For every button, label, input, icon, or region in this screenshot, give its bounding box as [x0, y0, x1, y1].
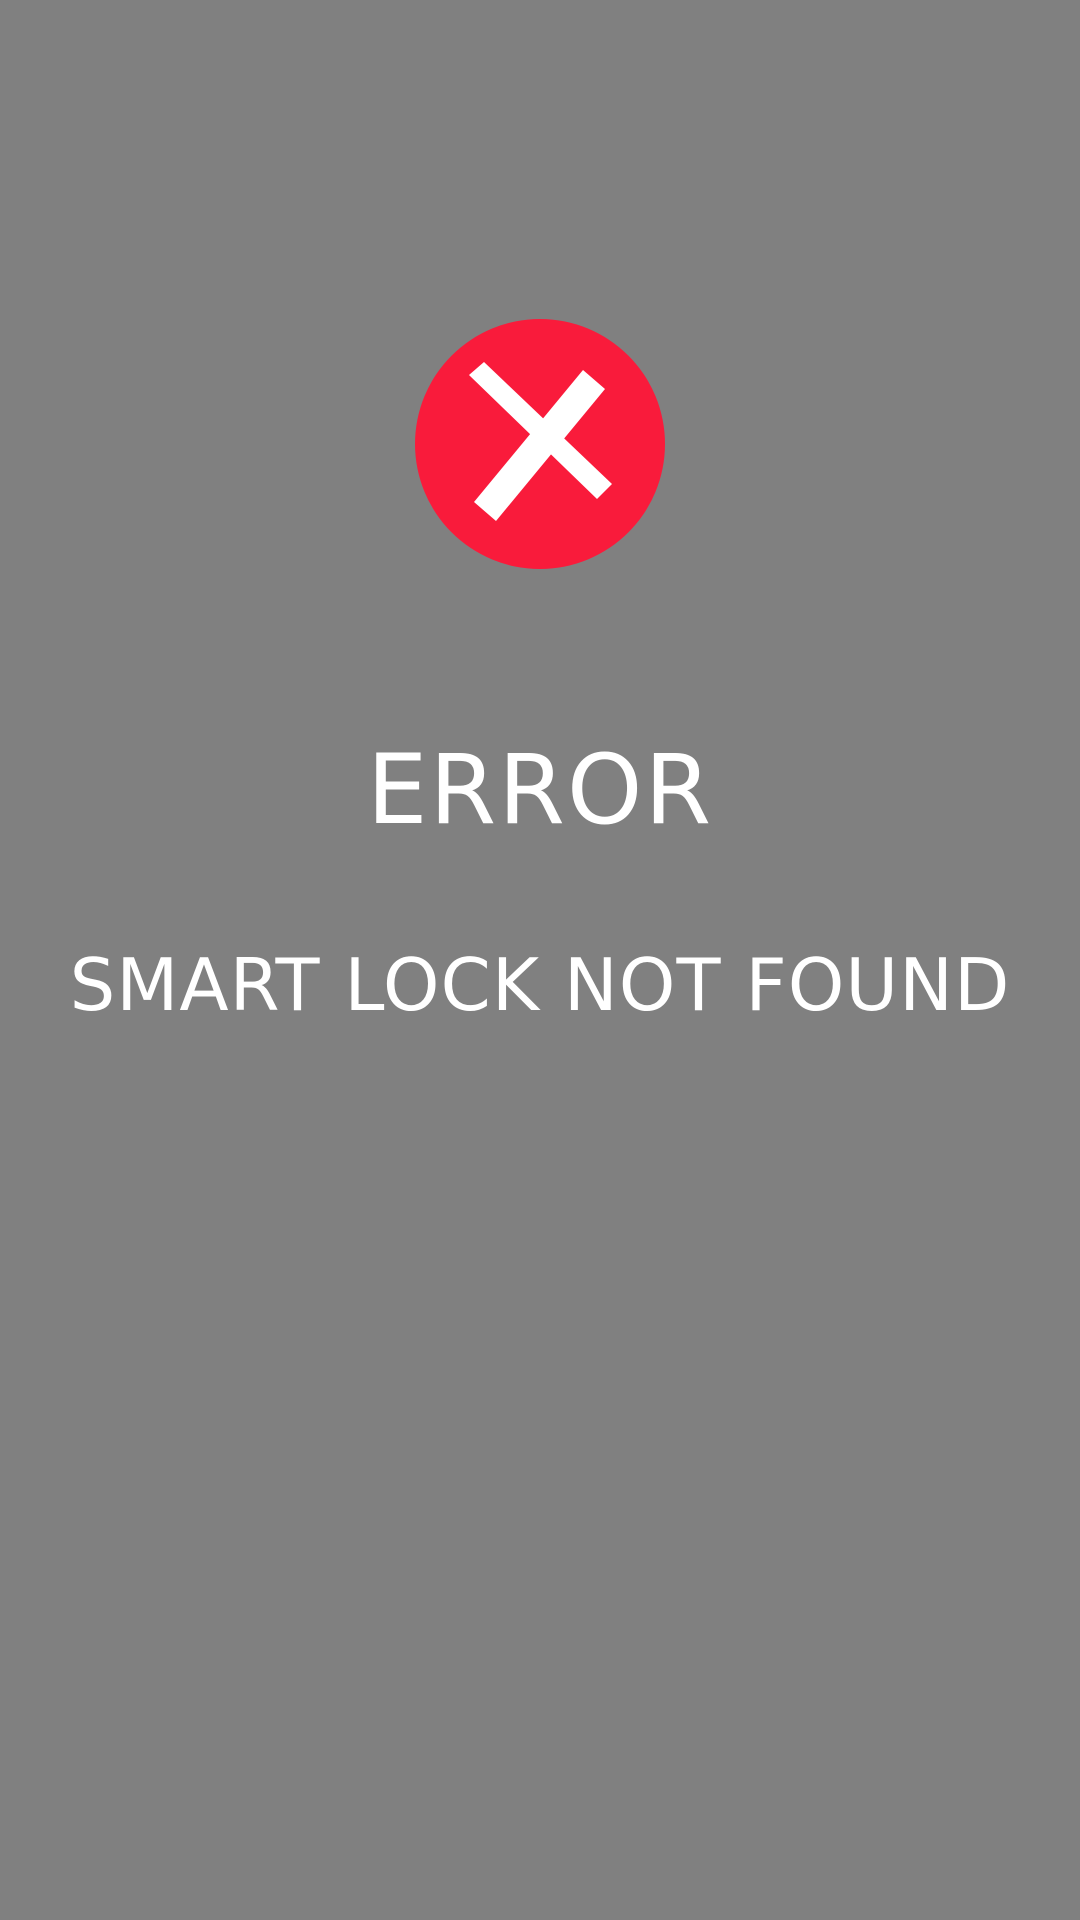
- error-x-glyph: [469, 362, 612, 521]
- error-x-icon: [415, 319, 665, 569]
- error-message: SMART LOCK NOT FOUND: [69, 943, 1011, 1027]
- error-title: ERROR: [366, 734, 714, 846]
- error-screen: ERROR SMART LOCK NOT FOUND: [0, 0, 1080, 1920]
